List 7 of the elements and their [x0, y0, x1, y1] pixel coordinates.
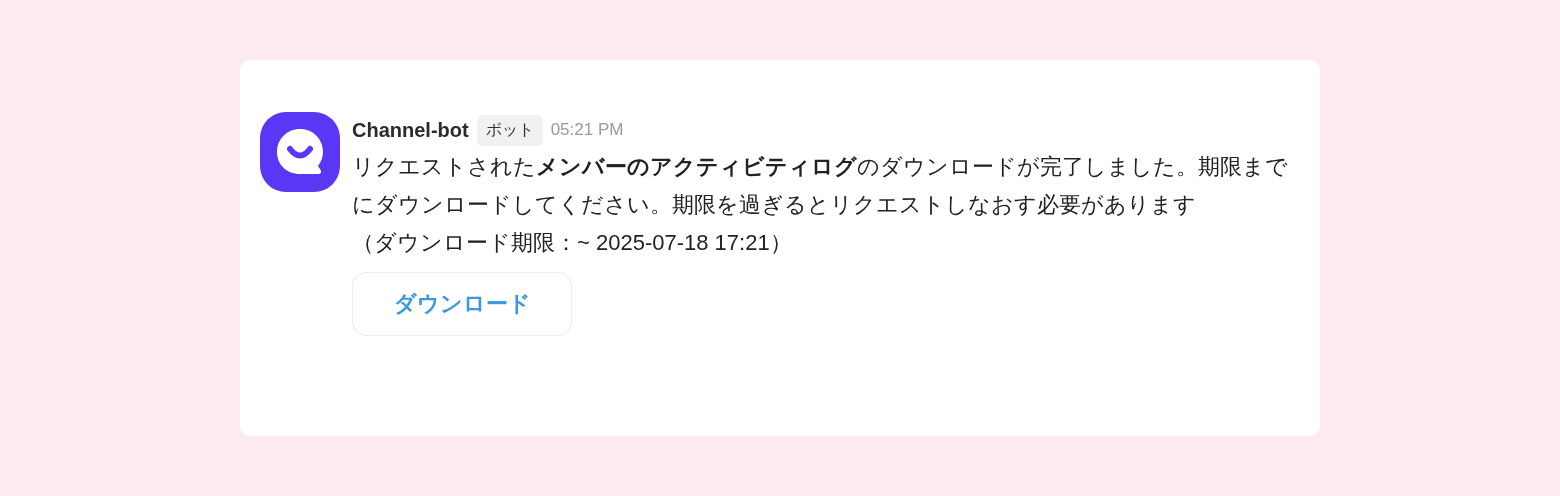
message-text: リクエストされたメンバーのアクティビティログのダウンロードが完了しました。期限までにダウンロードしてください。期限を過ぎるとリクエストしなおす必要があります — [352, 153, 1289, 219]
chat-bubble-icon — [260, 112, 340, 192]
sender-name: Channel-bot — [352, 118, 469, 142]
deadline-text: （ダウンロード期限：~ 2025-07-18 17:21） — [352, 229, 793, 257]
download-button[interactable]: ダウンロード — [352, 272, 572, 336]
message-time: 05:21 PM — [550, 120, 624, 140]
bot-badge: ボット — [476, 114, 543, 146]
